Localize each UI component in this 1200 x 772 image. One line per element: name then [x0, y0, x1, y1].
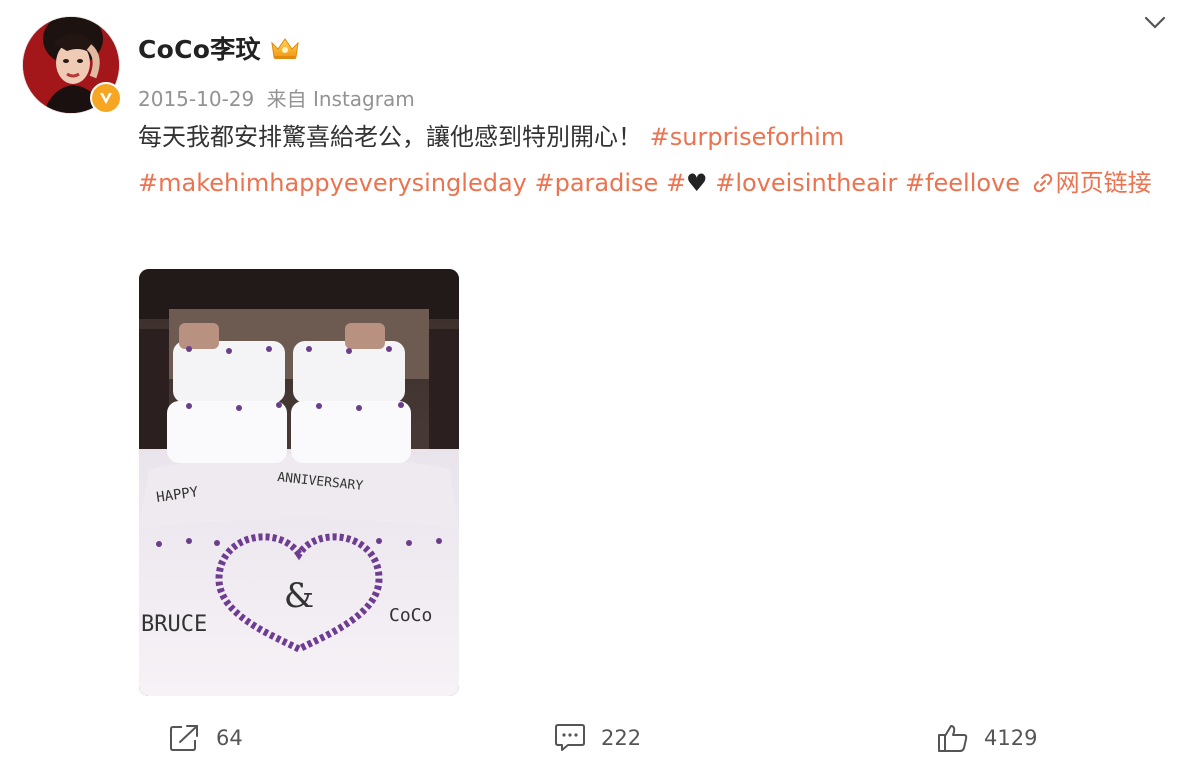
share-icon [170, 725, 198, 751]
web-link-label: 网页链接 [1055, 169, 1152, 197]
verified-icon [90, 82, 122, 114]
heart-icon: ♥ [686, 169, 708, 197]
hashtag-loveisintheair[interactable]: #loveisintheair [715, 169, 897, 197]
photo-text-left-name: BRUCE [141, 612, 207, 637]
post-date[interactable]: 2015-10-29 [138, 87, 254, 111]
hashtag-feellove[interactable]: #feellove [905, 169, 1020, 197]
comment-icon [555, 724, 585, 751]
photo-text-right-name: CoCo [389, 605, 432, 626]
hashtag-heart[interactable]: #♥ [666, 169, 708, 197]
user-name-row: CoCo李玟 [138, 30, 301, 66]
hashtag-heart-prefix: # [665, 169, 687, 197]
web-link[interactable]: 网页链接 [1028, 169, 1152, 197]
post-source: 来自 Instagram [266, 87, 415, 111]
comment-count: 222 [601, 726, 642, 750]
post-text: 每天我都安排驚喜給老公，讓他感到特別開心！ #surpriseforhim #m… [138, 114, 1178, 206]
weibo-post: CoCo李玟 2015-10-29 来自 Instagram 每天我都安排驚喜給… [0, 0, 1200, 772]
comment-button[interactable]: 222 [553, 712, 641, 764]
hashtag-surpriseforhim[interactable]: #surpriseforhim [650, 123, 845, 151]
hashtag-makehimhappy[interactable]: #makehimhappyeverysingleday [138, 169, 527, 197]
photo-text-ampersand: & [284, 576, 314, 616]
like-icon [938, 725, 968, 752]
share-button[interactable]: 64 [168, 712, 243, 764]
post-meta: 2015-10-29 来自 Instagram [138, 83, 421, 112]
crown-icon[interactable] [269, 35, 301, 61]
avatar[interactable] [22, 16, 122, 114]
hashtag-paradise[interactable]: #paradise [535, 169, 659, 197]
like-button[interactable]: 4129 [936, 712, 1037, 764]
user-name[interactable]: CoCo李玟 [138, 30, 261, 66]
post-text-body: 每天我都安排驚喜給老公，讓他感到特別開心！ [138, 123, 642, 151]
link-icon [1032, 163, 1054, 193]
like-count: 4129 [984, 726, 1038, 750]
action-bar: 64 222 4129 [0, 712, 1200, 768]
chevron-down-icon[interactable] [1142, 12, 1168, 34]
share-count: 64 [216, 726, 243, 750]
post-photo[interactable]: HAPPY ANNIVERSARY & BRUCE CoCo [139, 269, 459, 696]
